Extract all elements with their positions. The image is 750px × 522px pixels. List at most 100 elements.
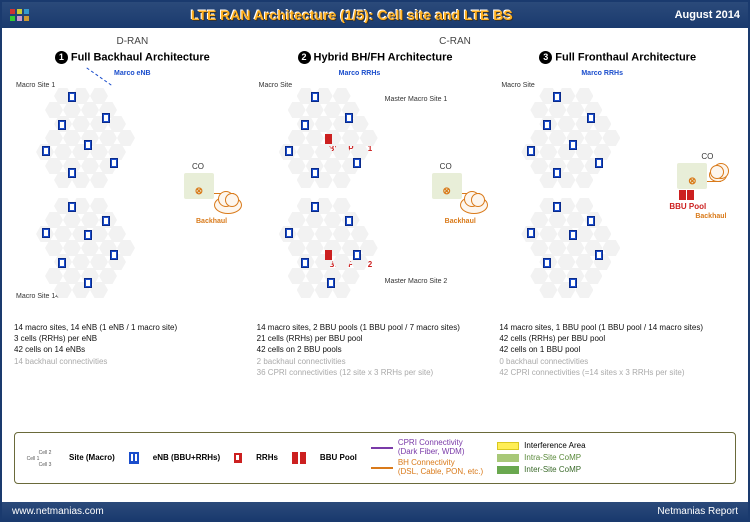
coltitle-1: 1Full Backhaul Architecture <box>14 51 251 64</box>
enb-icon <box>58 120 66 130</box>
logo-icon <box>10 9 29 21</box>
enb-icon <box>84 278 92 288</box>
enb-icon <box>68 202 76 212</box>
leader-line <box>86 67 111 85</box>
enb-icon <box>42 146 50 156</box>
cloud-icon <box>214 196 242 214</box>
label-marco-rrhs: Marco RRHs <box>339 70 381 77</box>
bbu-icon <box>325 250 332 260</box>
rrh-icon <box>587 113 595 123</box>
bbu-pool-icon <box>687 190 694 200</box>
co-icon <box>432 173 462 199</box>
diagram-1: Marco eNB Macro Site 1 Macro Site 14 /*c… <box>14 68 251 318</box>
enb-icon <box>58 258 66 268</box>
supertitle-empty <box>499 36 736 48</box>
coltitle-3: 3Full Fronthaul Architecture <box>499 51 736 64</box>
label-macro-site: Macro Site <box>501 82 534 89</box>
co-icon <box>677 163 707 189</box>
inter-comp-icon <box>497 466 519 474</box>
interference-icon <box>497 442 519 450</box>
co-label: CO <box>192 162 204 171</box>
enb-icon <box>68 168 76 178</box>
co-icon <box>184 173 214 199</box>
rrh-icon <box>301 120 309 130</box>
bh-line-icon <box>371 467 393 469</box>
bbu-icon <box>300 452 306 464</box>
rrh-icon <box>234 453 242 463</box>
rrh-icon <box>353 158 361 168</box>
rrh-icon <box>301 258 309 268</box>
legend-rrh <box>234 453 242 463</box>
cloud-icon <box>709 168 727 182</box>
rrh-icon <box>345 216 353 226</box>
enb-icon <box>102 113 110 123</box>
num-1: 1 <box>55 51 68 64</box>
label-marco-rrhs: Marco RRHs <box>581 70 623 77</box>
supertitle-dran: D-RAN <box>14 36 251 48</box>
rrh-icon <box>553 202 561 212</box>
rrh-icon <box>285 228 293 238</box>
footer-bar: www.netmanias.com Netmanias Report <box>2 502 748 520</box>
bbu-icon <box>325 134 332 144</box>
label-master1: Master Macro Site 1 <box>385 96 448 103</box>
textblock-3: 14 macro sites, 1 BBU pool (1 BBU pool /… <box>499 322 736 378</box>
bbu-icon <box>292 452 298 464</box>
textblock-1: 14 macro sites, 14 eNB (1 eNB / 1 macro … <box>14 322 251 367</box>
rrh-icon <box>353 250 361 260</box>
rrh-icon <box>311 168 319 178</box>
rrh-icon <box>587 216 595 226</box>
footer-brand: Netmanias Report <box>657 506 738 517</box>
enb-icon <box>42 228 50 238</box>
label-bbu-pool: BBU Pool <box>669 202 706 211</box>
intra-comp-icon <box>497 454 519 462</box>
legend-connectivity: CPRI Connectivity(Dark Fiber, WDM) BH Co… <box>371 439 483 477</box>
column-hybrid: C-RAN 2Hybrid BH/FH Architecture Marco R… <box>257 36 494 426</box>
backhaul-label: Backhaul <box>445 218 476 225</box>
cpri-line-icon <box>371 447 393 449</box>
enb-icon <box>110 250 118 260</box>
diagram-2: Marco RRHs Macro Site Master Macro Site … <box>257 68 494 318</box>
num-3: 3 <box>539 51 552 64</box>
column-fronthaul: 3Full Fronthaul Architecture Marco RRHs … <box>499 36 736 426</box>
rrh-icon <box>595 250 603 260</box>
rrh-icon <box>311 202 319 212</box>
rrh-icon <box>569 140 577 150</box>
enb-icon <box>68 92 76 102</box>
enb-icon <box>84 140 92 150</box>
rrh-icon <box>527 146 535 156</box>
enb-icon <box>84 230 92 240</box>
backhaul-label: Backhaul <box>695 213 726 220</box>
textblock-2: 14 macro sites, 2 BBU pools (1 BBU pool … <box>257 322 494 378</box>
column-dran: D-RAN 1Full Backhaul Architecture Marco … <box>14 36 251 426</box>
label-macro-site: Macro Site <box>259 82 292 89</box>
legend-rrh-label: RRHs <box>256 453 278 462</box>
label-macro-site-1: Macro Site 1 <box>16 82 55 89</box>
bbu-pool-icon <box>679 190 686 200</box>
header-bar: LTE RAN Architecture (1/5): Cell site an… <box>2 2 748 28</box>
num-2: 2 <box>298 51 311 64</box>
header-date: August 2014 <box>675 9 740 21</box>
rrh-icon <box>345 113 353 123</box>
rrh-icon <box>595 158 603 168</box>
rrh-icon <box>327 278 335 288</box>
enb-icon <box>110 158 118 168</box>
rrh-icon <box>569 230 577 240</box>
co-label: CO <box>701 152 713 161</box>
footer-url: www.netmanias.com <box>12 506 104 517</box>
rrh-icon <box>543 258 551 268</box>
label-macro-site-14: Macro Site 14 <box>16 293 59 300</box>
page-title: LTE RAN Architecture (1/5): Cell site an… <box>29 7 675 23</box>
legend-bbu <box>292 452 306 464</box>
label-master2: Master Macro Site 2 <box>385 278 448 285</box>
rrh-icon <box>543 120 551 130</box>
body: D-RAN 1Full Backhaul Architecture Marco … <box>2 28 748 488</box>
label-marco-enb: Marco eNB <box>114 70 151 77</box>
co-label: CO <box>440 162 452 171</box>
rrh-icon <box>285 146 293 156</box>
enb-icon <box>129 452 139 464</box>
backhaul-label: Backhaul <box>196 218 227 225</box>
enb-icon <box>102 216 110 226</box>
rrh-icon <box>553 92 561 102</box>
legend-enb <box>129 452 139 464</box>
rrh-icon <box>311 92 319 102</box>
